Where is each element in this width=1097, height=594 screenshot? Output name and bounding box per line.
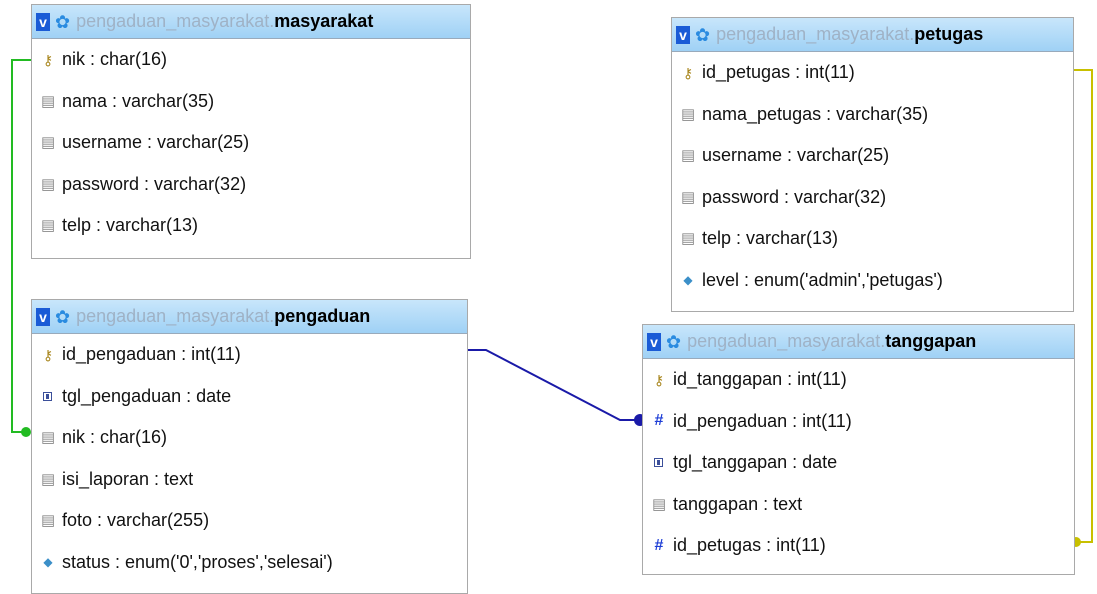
column-icon: ▤ — [681, 230, 696, 248]
column-icon: ▤ — [41, 470, 56, 488]
table-petugas[interactable]: v ✿ pengaduan_masyarakat. petugas ⚷ id_pe… — [671, 17, 1074, 312]
table-header[interactable]: v ✿ pengaduan_masyarakat. pengaduan — [32, 300, 467, 334]
column-label: id_tanggapan : int(11) — [673, 369, 847, 390]
gear-icon[interactable]: ✿ — [695, 26, 710, 44]
table-name: petugas — [914, 24, 984, 44]
enum-icon: ◆ — [43, 555, 53, 570]
column-label: status : enum('0','proses','selesai') — [62, 551, 333, 572]
column-label: telp : varchar(13) — [702, 228, 839, 249]
column-label: nik : char(16) — [62, 427, 168, 448]
column-icon: ▤ — [41, 512, 56, 530]
column-row[interactable]: ▤ nama : varchar(35) — [32, 81, 470, 123]
table-masyarakat[interactable]: v ✿ pengaduan_masyarakat. masyarakat ⚷ ni… — [31, 4, 471, 259]
column-row[interactable]: # id_pengaduan : int(11) — [643, 401, 1074, 443]
database-name: pengaduan_masyarakat. — [76, 306, 275, 326]
toggle-v-button[interactable]: v — [647, 332, 661, 351]
key-icon: ⚷ — [653, 371, 665, 388]
column-label: username : varchar(25) — [62, 132, 250, 153]
column-label: id_pengaduan : int(11) — [62, 344, 241, 365]
column-icon: ▤ — [41, 134, 56, 152]
table-header[interactable]: v ✿ pengaduan_masyarakat. petugas — [672, 18, 1073, 52]
table-name: pengaduan — [274, 306, 371, 326]
column-label: username : varchar(25) — [702, 145, 890, 166]
table-pengaduan[interactable]: v ✿ pengaduan_masyarakat. pengaduan ⚷ id_… — [31, 299, 468, 594]
column-icon: ▤ — [652, 495, 667, 513]
column-label: password : varchar(32) — [702, 186, 887, 207]
column-label: level : enum('admin','petugas') — [702, 269, 943, 290]
table-name: tanggapan — [885, 331, 977, 351]
column-label: id_pengaduan : int(11) — [673, 410, 852, 431]
column-icon: ▤ — [41, 429, 56, 447]
column-row[interactable]: ▤ telp : varchar(13) — [672, 218, 1073, 260]
column-icon: ▤ — [681, 188, 696, 206]
date-icon — [43, 391, 52, 401]
column-row[interactable]: # id_petugas : int(11) — [643, 525, 1074, 567]
table-tanggapan[interactable]: v ✿ pengaduan_masyarakat. tanggapan ⚷ id_… — [642, 324, 1075, 575]
column-row[interactable]: ⚷ id_tanggapan : int(11) — [643, 359, 1074, 401]
column-label: telp : varchar(13) — [62, 215, 199, 236]
column-row[interactable]: ▤ username : varchar(25) — [672, 135, 1073, 177]
table-header[interactable]: v ✿ pengaduan_masyarakat. masyarakat — [32, 5, 470, 39]
column-row[interactable]: tgl_tanggapan : date — [643, 442, 1074, 484]
relation-masyarakat-pengaduan — [11, 59, 32, 433]
date-icon — [654, 458, 663, 468]
table-header[interactable]: v ✿ pengaduan_masyarakat. tanggapan — [643, 325, 1074, 359]
relation-pengaduan-tanggapan — [468, 349, 640, 421]
column-row[interactable]: ▤ telp : varchar(13) — [32, 205, 470, 247]
column-label: nik : char(16) — [62, 49, 168, 70]
column-row[interactable]: ▤ password : varchar(32) — [672, 177, 1073, 219]
column-row[interactable]: ◆ status : enum('0','proses','selesai') — [32, 542, 467, 584]
gear-icon[interactable]: ✿ — [55, 13, 70, 31]
database-name: pengaduan_masyarakat. — [687, 331, 886, 351]
enum-icon: ◆ — [683, 273, 693, 288]
number-icon: # — [654, 536, 664, 554]
key-icon: ⚷ — [682, 64, 694, 81]
gear-icon[interactable]: ✿ — [55, 308, 70, 326]
key-icon: ⚷ — [42, 51, 54, 68]
column-row[interactable]: ◆ level : enum('admin','petugas') — [672, 260, 1073, 302]
column-row[interactable]: ▤ nama_petugas : varchar(35) — [672, 94, 1073, 136]
column-row[interactable]: ▤ password : varchar(32) — [32, 164, 470, 206]
column-icon: ▤ — [41, 175, 56, 193]
column-label: password : varchar(32) — [62, 173, 247, 194]
column-label: nama_petugas : varchar(35) — [702, 103, 929, 124]
column-row[interactable]: ▤ username : varchar(25) — [32, 122, 470, 164]
column-label: tgl_tanggapan : date — [673, 452, 838, 473]
column-row[interactable]: ▤ nik : char(16) — [32, 417, 467, 459]
table-name: masyarakat — [274, 11, 374, 31]
column-row[interactable]: ⚷ id_pengaduan : int(11) — [32, 334, 467, 376]
column-row[interactable]: ⚷ nik : char(16) — [32, 39, 470, 81]
column-label: foto : varchar(255) — [62, 510, 210, 531]
column-label: tanggapan : text — [673, 493, 803, 514]
column-row[interactable]: ▤ isi_laporan : text — [32, 459, 467, 501]
toggle-v-button[interactable]: v — [36, 12, 50, 31]
column-label: id_petugas : int(11) — [673, 535, 826, 556]
database-name: pengaduan_masyarakat. — [716, 24, 915, 44]
gear-icon[interactable]: ✿ — [666, 333, 681, 351]
column-icon: ▤ — [41, 92, 56, 110]
toggle-v-button[interactable]: v — [676, 25, 690, 44]
column-label: isi_laporan : text — [62, 468, 194, 489]
column-icon: ▤ — [41, 217, 56, 235]
column-row[interactable]: ⚷ id_petugas : int(11) — [672, 52, 1073, 94]
column-icon: ▤ — [681, 105, 696, 123]
number-icon: # — [654, 412, 664, 430]
key-icon: ⚷ — [42, 346, 54, 363]
column-row[interactable]: ▤ tanggapan : text — [643, 484, 1074, 526]
relation-masyarakat-pengaduan-end — [21, 427, 31, 437]
toggle-v-button[interactable]: v — [36, 307, 50, 326]
database-name: pengaduan_masyarakat. — [76, 11, 275, 31]
column-label: tgl_pengaduan : date — [62, 385, 232, 406]
column-icon: ▤ — [681, 147, 696, 165]
column-label: nama : varchar(35) — [62, 90, 215, 111]
column-label: id_petugas : int(11) — [702, 62, 855, 83]
column-row[interactable]: ▤ foto : varchar(255) — [32, 500, 467, 542]
column-row[interactable]: tgl_pengaduan : date — [32, 376, 467, 418]
